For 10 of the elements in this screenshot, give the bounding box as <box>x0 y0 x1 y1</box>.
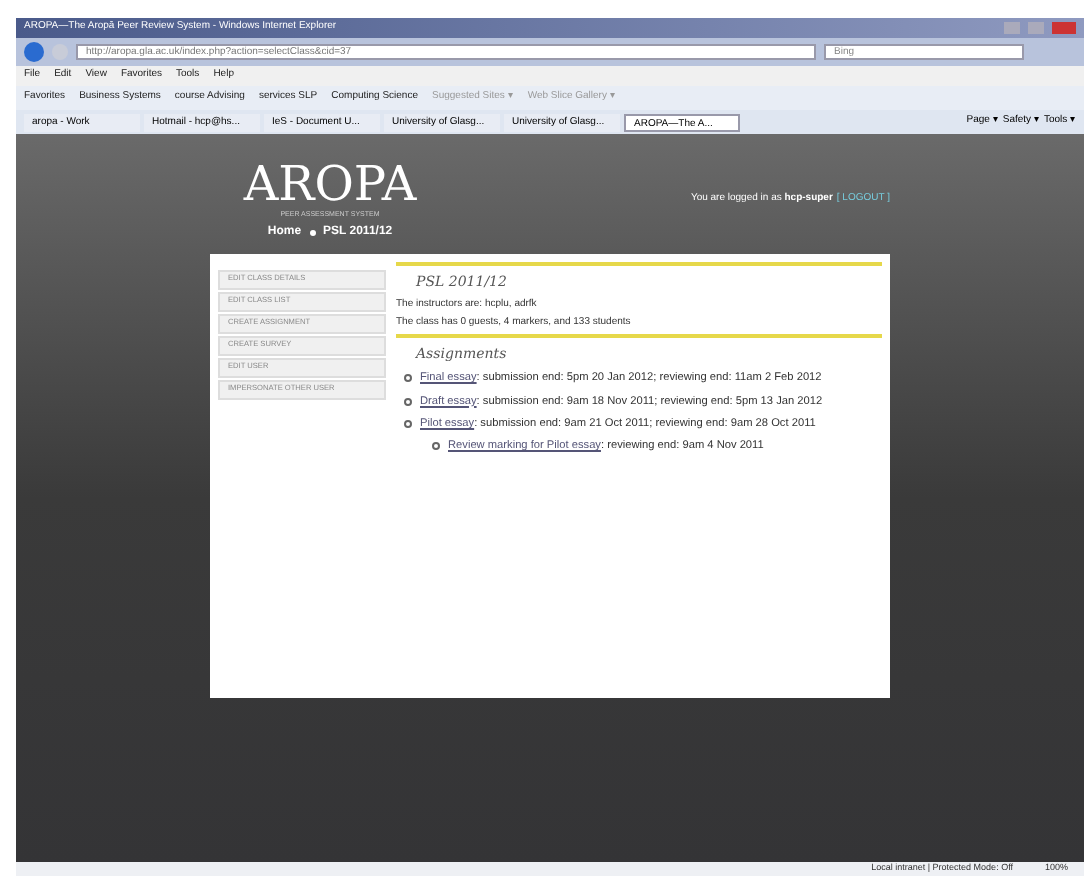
back-button[interactable] <box>24 42 44 62</box>
close-button[interactable] <box>1052 22 1076 34</box>
bullet-icon <box>404 420 412 429</box>
bullet-icon <box>432 442 440 451</box>
minimize-button[interactable] <box>1004 22 1020 34</box>
logo: AROPA <box>243 158 417 210</box>
breadcrumb-separator-icon <box>309 230 316 237</box>
bullet-icon <box>404 374 412 383</box>
maximize-button[interactable] <box>1028 22 1044 34</box>
bullet-icon <box>404 397 412 406</box>
